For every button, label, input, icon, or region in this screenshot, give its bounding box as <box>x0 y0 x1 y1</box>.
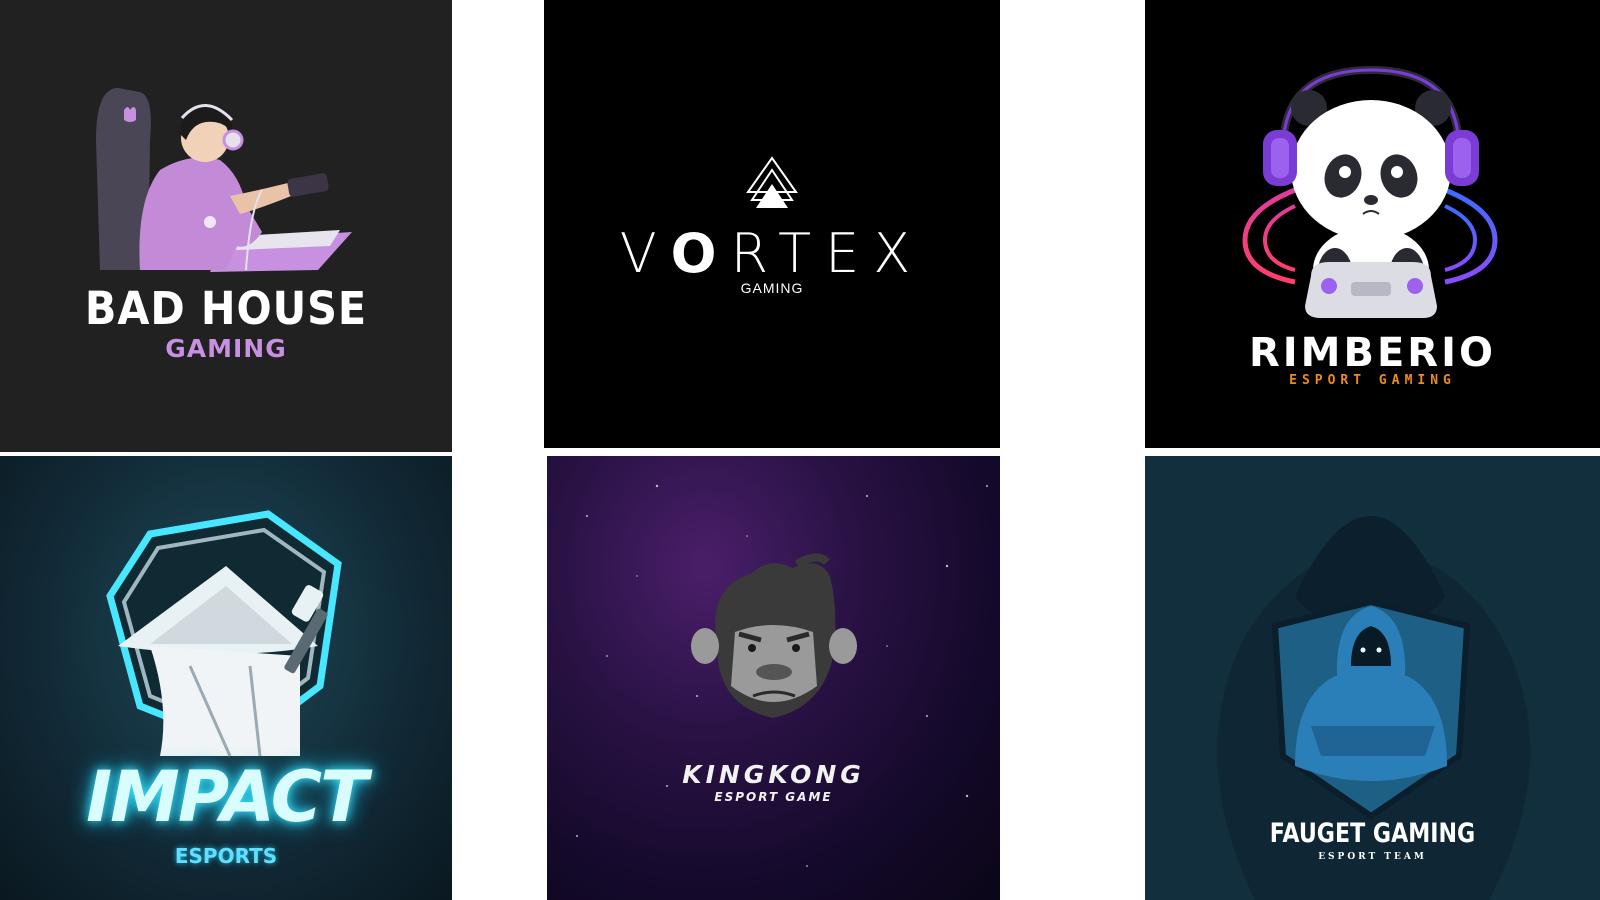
logo-title: IMPACT <box>86 756 368 838</box>
logo-title: VORTEX <box>619 222 925 285</box>
gorilla-icon <box>576 484 988 867</box>
logo-subtitle: ESPORT GAME <box>714 790 833 804</box>
logo-title: RIMBERIO <box>1249 330 1496 376</box>
logo-title: FAUGET GAMING <box>1269 818 1476 849</box>
logo-title: KINGKONG <box>682 760 865 789</box>
logo-tile-fauget: FAUGET GAMING ESPORT TEAM <box>1145 456 1600 900</box>
logo-subtitle: ESPORTS <box>174 844 278 868</box>
logo-subtitle: GAMING <box>165 334 287 363</box>
logo-subtitle: GAMING <box>740 280 804 296</box>
gamer-girl-icon <box>96 88 352 272</box>
logo-subtitle: ESPORT TEAM <box>1318 852 1427 862</box>
logo-tile-vortex: VORTEX GAMING <box>544 0 1000 448</box>
logo-tile-impact: IMPACT ESPORTS <box>0 456 452 900</box>
logo-tile-bad-house: BAD HOUSE GAMING <box>0 0 452 452</box>
logo-tile-kingkong: KINGKONG ESPORT GAME <box>547 456 1000 900</box>
logo-tile-rimberio: RIMBERIO ESPORT GAMING <box>1145 0 1600 448</box>
logo-title: BAD HOUSE <box>84 282 368 335</box>
logo-subtitle: ESPORT GAMING <box>1289 373 1456 388</box>
